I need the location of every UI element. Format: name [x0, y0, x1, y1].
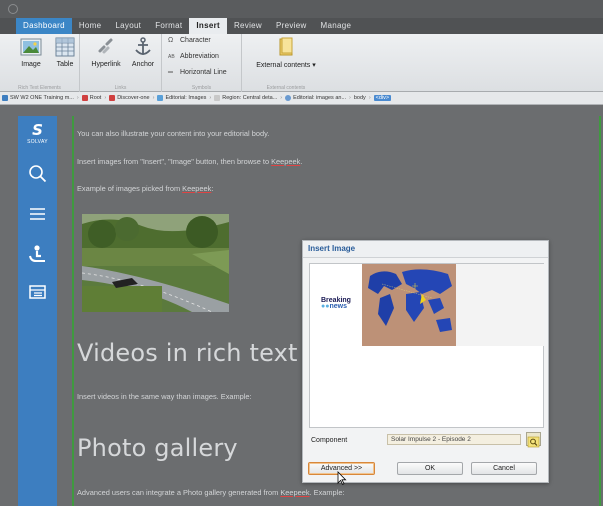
- breadcrumb-item[interactable]: Editorial: images an... ›: [285, 95, 351, 101]
- search-icon[interactable]: [27, 164, 48, 184]
- hyperlink-button[interactable]: Hyperlink: [88, 37, 124, 68]
- component-field[interactable]: Solar Impulse 2 - Episode 2: [387, 434, 521, 445]
- table-label: Table: [56, 61, 74, 68]
- group-label-symbols: Symbols: [191, 85, 212, 91]
- tab-review[interactable]: Review: [227, 18, 269, 34]
- breadcrumb-item[interactable]: body ›: [354, 95, 371, 101]
- breadcrumb-item[interactable]: Root ›: [81, 95, 106, 101]
- keepeek-link[interactable]: Keepeek: [271, 157, 300, 166]
- ribbon-tabs: Dashboard Home Layout Format Insert Revi…: [0, 18, 603, 34]
- insert-image-dialog: Insert Image Breaking ●●news Component S…: [302, 240, 549, 483]
- heading-videos: Videos in rich text: [77, 339, 298, 367]
- omega-icon: Ω: [168, 37, 174, 44]
- editor-right-border: [599, 116, 601, 506]
- tab-dashboard[interactable]: Dashboard: [16, 18, 72, 34]
- group-rich-text: Image Table Rich Text Elements: [0, 34, 80, 92]
- anchor-button[interactable]: Anchor: [128, 37, 158, 68]
- tab-preview[interactable]: Preview: [269, 18, 314, 34]
- tab-insert[interactable]: Insert: [189, 18, 227, 34]
- region-icon: [214, 95, 221, 101]
- news-logo-text: ●●news: [321, 303, 347, 310]
- solvay-logo[interactable]: S SOLVAY: [18, 122, 57, 145]
- breadcrumb-item-selected[interactable]: <div>: [373, 95, 392, 101]
- group-symbols: Ω Character AB Abbreviation ═ Horizontal…: [162, 34, 242, 92]
- editorial-icon: [157, 95, 164, 101]
- breaking-news-thumbnail[interactable]: Breaking ●●news: [310, 264, 362, 346]
- group-label-external: External contents: [266, 85, 306, 91]
- content-panel-icon[interactable]: [27, 282, 48, 302]
- browse-magnifier-icon: [527, 436, 540, 448]
- cancel-button[interactable]: Cancel: [471, 462, 537, 475]
- paragraph-insert-images: Insert images from "Insert", "Image" but…: [77, 157, 303, 166]
- keepeek-link[interactable]: Keepeek: [280, 488, 309, 497]
- browse-component-button[interactable]: [526, 432, 541, 448]
- paragraph-example-images: Example of images picked from Keepeek:: [77, 184, 214, 193]
- empty-thumbnail-slot: [456, 264, 544, 346]
- image-button[interactable]: Image: [16, 37, 46, 68]
- dialog-title[interactable]: Insert Image: [303, 241, 548, 258]
- table-icon: [54, 37, 76, 57]
- character-label: Character: [180, 37, 211, 44]
- site-icon: [2, 95, 8, 101]
- anchor-label: Anchor: [131, 61, 155, 68]
- contributor-icon[interactable]: [27, 244, 48, 264]
- hyperlink-label: Hyperlink: [91, 61, 121, 68]
- breadcrumb-item[interactable]: Editorial: Images ›: [157, 95, 211, 101]
- window-menu-icon[interactable]: [8, 4, 18, 14]
- horizontal-line-label: Horizontal Line: [180, 69, 227, 76]
- ribbon: Image Table Rich Text Elements Hyperlink…: [0, 34, 603, 92]
- external-contents-icon: [275, 37, 297, 57]
- image-preview-panel: Breaking ●●news: [309, 263, 544, 428]
- table-button[interactable]: Table: [50, 37, 80, 68]
- image-icon: [20, 37, 42, 57]
- breadcrumb-item[interactable]: SW W2 ONE Training m... ›: [2, 95, 79, 101]
- horizontal-line-button[interactable]: ═ Horizontal Line: [168, 69, 227, 76]
- app-sidebar: S SOLVAY: [18, 116, 57, 506]
- external-contents-button[interactable]: External contents ▾: [246, 37, 326, 69]
- breadcrumb-item[interactable]: Region: Central deta... ›: [214, 95, 282, 101]
- heading-photo-gallery: Photo gallery: [77, 434, 238, 462]
- ok-button[interactable]: OK: [397, 462, 463, 475]
- character-button[interactable]: Ω Character: [168, 37, 211, 44]
- abbreviation-button[interactable]: AB Abbreviation: [168, 53, 219, 60]
- paragraph-intro: You can also illustrate your content int…: [77, 129, 270, 138]
- breadcrumb: SW W2 ONE Training m... › Root › Discover-…: [0, 92, 603, 105]
- window-titlebar: [0, 0, 603, 18]
- world-map-thumbnail[interactable]: [362, 264, 456, 346]
- page-icon: [81, 95, 88, 101]
- horizontal-line-icon: ═: [168, 69, 173, 76]
- paragraph-gallery: Advanced users can integrate a Photo gal…: [77, 488, 345, 497]
- tab-manage[interactable]: Manage: [314, 18, 359, 34]
- external-contents-label: External contents ▾: [256, 62, 316, 69]
- keepeek-link[interactable]: Keepeek: [182, 184, 211, 193]
- group-links: Hyperlink Anchor Links: [80, 34, 162, 92]
- page-icon: [109, 95, 116, 101]
- group-label-links: Links: [114, 85, 127, 91]
- editorial-icon: [285, 95, 292, 101]
- tab-format[interactable]: Format: [148, 18, 189, 34]
- group-external: External contents ▾ External contents: [242, 34, 330, 92]
- breadcrumb-item[interactable]: Discover-one ›: [109, 95, 154, 101]
- group-label-rich-text: Rich Text Elements: [18, 85, 61, 91]
- component-label: Component: [311, 437, 348, 444]
- tab-layout[interactable]: Layout: [108, 18, 148, 34]
- tab-home[interactable]: Home: [72, 18, 109, 34]
- menu-icon[interactable]: [27, 204, 48, 224]
- example-road-photo[interactable]: [82, 214, 229, 312]
- paragraph-videos: Insert videos in the same way than image…: [77, 392, 252, 401]
- anchor-icon: [132, 37, 154, 57]
- abbreviation-icon: AB: [168, 53, 175, 60]
- mouse-cursor-icon: [337, 470, 347, 485]
- image-label: Image: [21, 61, 41, 68]
- abbreviation-label: Abbreviation: [180, 53, 219, 60]
- hyperlink-icon: [95, 37, 117, 57]
